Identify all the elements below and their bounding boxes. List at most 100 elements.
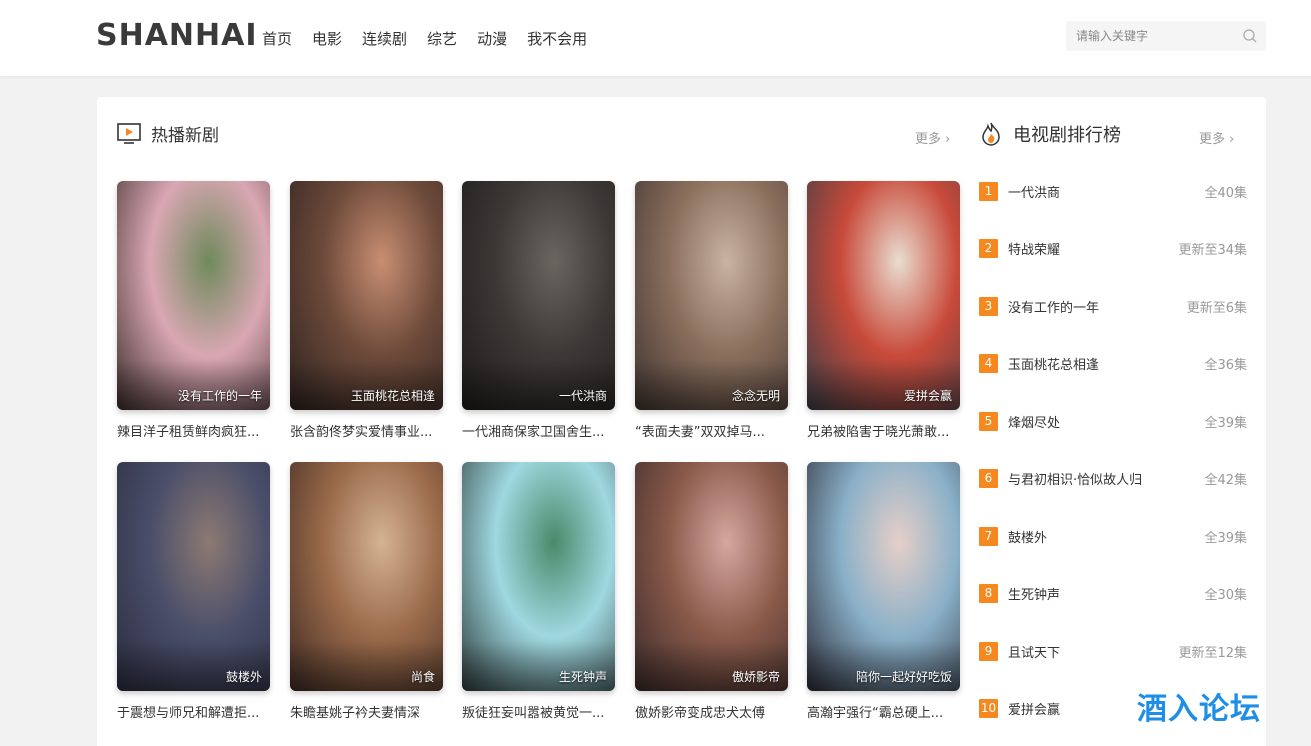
show-poster[interactable]: 尚食: [290, 462, 443, 691]
rank-number-badge: 10: [979, 699, 998, 718]
show-card[interactable]: 念念无明 “表面夫妻”双双掉马...: [635, 181, 788, 440]
ranking-item[interactable]: 6 与君初相识·恰似故人归 全42集: [979, 468, 1249, 490]
search-input[interactable]: [1076, 26, 1236, 46]
rank-episode-status: 全36集: [1204, 358, 1247, 373]
tv-play-icon: [117, 122, 141, 144]
rank-episode-status: 更新至34集: [1178, 243, 1247, 258]
poster-title-tag: 陪你一起好好吃饭: [855, 670, 952, 684]
rank-number-badge: 3: [979, 296, 998, 316]
rank-number-badge: 4: [979, 354, 998, 373]
poster-title-tag: 傲娇影帝: [731, 670, 780, 684]
poster-title-tag: 尚食: [410, 670, 435, 684]
hot-more-label: 更多: [915, 132, 942, 147]
rank-show-name: 爱拼会赢: [1008, 703, 1061, 718]
show-description[interactable]: 叛徒狂妄叫嚣被黄觉一...: [462, 702, 622, 721]
main-nav: 首页 电影 连续剧 综艺 动漫 我不会用: [262, 28, 607, 49]
ranking-more-label: 更多: [1199, 132, 1226, 147]
show-description[interactable]: 一代湘商保家卫国舍生...: [462, 421, 622, 440]
rank-show-name: 玉面桃花总相逢: [1008, 358, 1100, 373]
show-poster[interactable]: 一代洪商: [462, 181, 615, 410]
poster-title-tag: 念念无明: [731, 389, 780, 403]
show-card[interactable]: 一代洪商 一代湘商保家卫国舍生...: [462, 181, 615, 440]
show-description[interactable]: 辣目洋子租赁鲜肉疯狂...: [117, 421, 277, 440]
search-icon[interactable]: [1242, 28, 1258, 44]
rank-number-badge: 8: [979, 584, 998, 603]
hot-section-header: 热播新剧: [117, 121, 219, 146]
site-header: SHANHAI 首页 电影 连续剧 综艺 动漫 我不会用: [0, 0, 1311, 76]
show-description[interactable]: 高瀚宇强行“霸总硬上...: [807, 702, 967, 721]
hot-section-title: 热播新剧: [151, 126, 219, 146]
show-description[interactable]: “表面夫妻”双双掉马...: [635, 421, 795, 440]
nav-variety[interactable]: 综艺: [427, 28, 457, 49]
rank-show-name: 特战荣耀: [1008, 243, 1061, 258]
search-box: [1066, 21, 1266, 51]
rank-episode-status: 全30集: [1204, 588, 1247, 603]
rank-number-badge: 1: [979, 181, 998, 201]
show-description[interactable]: 张含韵佟梦实爱情事业...: [290, 421, 450, 440]
show-poster[interactable]: 生死钟声: [462, 462, 615, 691]
show-poster[interactable]: 陪你一起好好吃饭: [807, 462, 960, 691]
nav-movie[interactable]: 电影: [312, 28, 342, 49]
rank-episode-status: 更新至12集: [1178, 645, 1247, 661]
site-logo[interactable]: SHANHAI: [96, 18, 258, 53]
nav-help[interactable]: 我不会用: [527, 28, 587, 49]
show-description[interactable]: 于震想与师兄和解遭拒...: [117, 702, 277, 721]
show-description[interactable]: 傲娇影帝变成忠犬太傅: [635, 702, 795, 721]
poster-title-tag: 没有工作的一年: [177, 389, 262, 403]
forum-watermark: 酒入论坛: [1137, 692, 1261, 727]
rank-episode-status: 全39集: [1204, 530, 1247, 546]
rank-number-badge: 7: [979, 526, 998, 546]
show-card[interactable]: 傲娇影帝 傲娇影帝变成忠犬太傅: [635, 462, 788, 721]
ranking-item[interactable]: 9 且试天下 更新至12集: [979, 640, 1249, 662]
rank-number-badge: 9: [979, 641, 998, 661]
rank-episode-status: 全39集: [1204, 415, 1247, 431]
rank-show-name: 没有工作的一年: [1008, 300, 1100, 316]
nav-home[interactable]: 首页: [262, 28, 292, 49]
ranking-item[interactable]: 8 生死钟声 全30集: [979, 583, 1249, 605]
rank-show-name: 与君初相识·恰似故人归: [1008, 473, 1143, 488]
show-card[interactable]: 爱拼会赢 兄弟被陷害于晓光萧敢...: [807, 181, 960, 440]
show-poster[interactable]: 没有工作的一年: [117, 181, 270, 410]
rank-episode-status: 更新至6集: [1186, 300, 1247, 316]
poster-title-tag: 生死钟声: [558, 670, 607, 684]
ranking-item[interactable]: 2 特战荣耀 更新至34集: [979, 238, 1249, 260]
show-card[interactable]: 没有工作的一年 辣目洋子租赁鲜肉疯狂...: [117, 181, 270, 440]
show-card[interactable]: 生死钟声 叛徒狂妄叫嚣被黄觉一...: [462, 462, 615, 721]
poster-title-tag: 爱拼会赢: [903, 389, 952, 403]
rank-episode-status: 全40集: [1204, 185, 1247, 201]
nav-anime[interactable]: 动漫: [477, 28, 507, 49]
chevron-right-icon: ›: [945, 132, 951, 147]
rank-episode-status: 全42集: [1204, 473, 1247, 488]
show-card[interactable]: 尚食 朱瞻基姚子衿夫妻情深: [290, 462, 443, 721]
chevron-right-icon: ›: [1229, 132, 1235, 147]
show-poster[interactable]: 念念无明: [635, 181, 788, 410]
show-poster[interactable]: 傲娇影帝: [635, 462, 788, 691]
poster-title-tag: 玉面桃花总相逢: [350, 389, 435, 403]
flame-icon: [982, 122, 1000, 146]
ranking-more-link[interactable]: 更多 ›: [1199, 128, 1234, 147]
rank-number-badge: 2: [979, 239, 998, 258]
rank-show-name: 生死钟声: [1008, 588, 1061, 603]
show-card[interactable]: 鼓楼外 于震想与师兄和解遭拒...: [117, 462, 270, 721]
show-poster[interactable]: 玉面桃花总相逢: [290, 181, 443, 410]
show-poster[interactable]: 鼓楼外: [117, 462, 270, 691]
rank-show-name: 鼓楼外: [1008, 530, 1048, 546]
nav-series[interactable]: 连续剧: [362, 28, 407, 49]
hot-more-link[interactable]: 更多 ›: [915, 128, 950, 147]
show-poster[interactable]: 爱拼会赢: [807, 181, 960, 410]
rank-number-badge: 5: [979, 411, 998, 431]
ranking-item[interactable]: 4 玉面桃花总相逢 全36集: [979, 353, 1249, 375]
rank-show-name: 且试天下: [1008, 645, 1061, 661]
ranking-item[interactable]: 1 一代洪商 全40集: [979, 180, 1249, 202]
rank-show-name: 一代洪商: [1008, 185, 1061, 201]
show-description[interactable]: 朱瞻基姚子衿夫妻情深: [290, 702, 450, 721]
rank-number-badge: 6: [979, 469, 998, 488]
ranking-item[interactable]: 3 没有工作的一年 更新至6集: [979, 295, 1249, 317]
show-card[interactable]: 陪你一起好好吃饭 高瀚宇强行“霸总硬上...: [807, 462, 960, 721]
rank-show-name: 烽烟尽处: [1008, 415, 1061, 431]
ranking-item[interactable]: 7 鼓楼外 全39集: [979, 525, 1249, 547]
poster-title-tag: 一代洪商: [558, 389, 607, 403]
show-card[interactable]: 玉面桃花总相逢 张含韵佟梦实爱情事业...: [290, 181, 443, 440]
ranking-item[interactable]: 5 烽烟尽处 全39集: [979, 410, 1249, 432]
show-description[interactable]: 兄弟被陷害于晓光萧敢...: [807, 421, 967, 440]
